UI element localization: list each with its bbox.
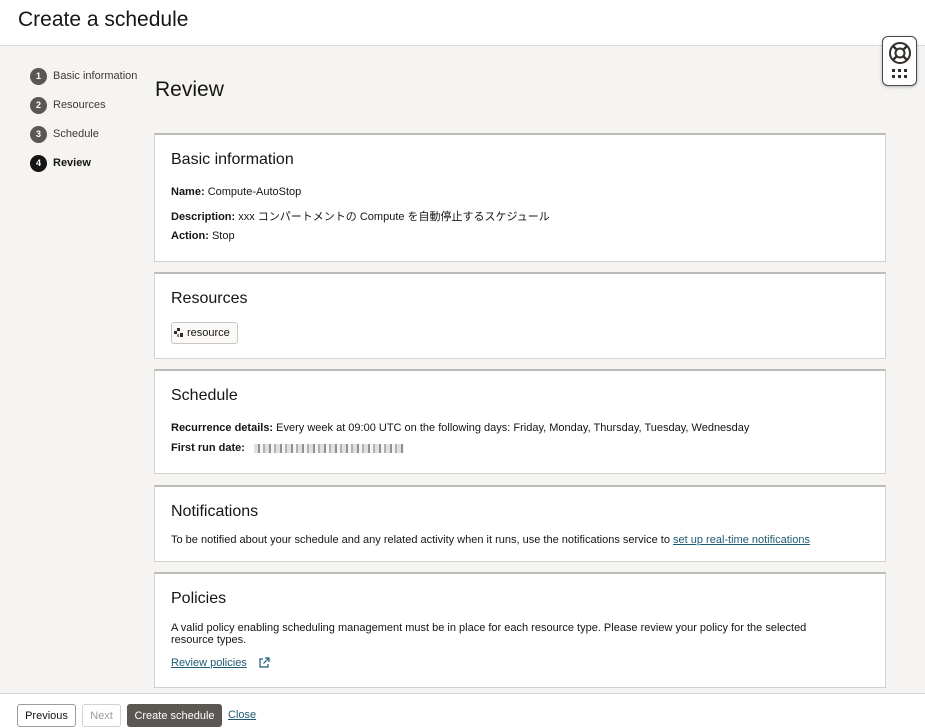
card-title: Resources [171,290,248,307]
card-title: Schedule [171,387,238,404]
page-header-title: Create a schedule [18,8,189,31]
first-run-label: First run date: [171,442,245,454]
action-field: Action: Stop [171,230,235,242]
step-schedule[interactable]: 3 Schedule [30,124,150,144]
resource-chip-label: resource [187,327,230,339]
step-label: Resources [53,99,106,111]
external-link-icon[interactable] [258,657,270,669]
description-field: Description: xxx コンパートメントの Compute を自動停止… [171,208,550,224]
resources-card: Resources resource [154,272,886,359]
recurrence-value: Every week at 09:00 UTC on the following… [276,422,750,434]
card-title: Notifications [171,503,259,520]
review-policies-link[interactable]: Review policies [171,657,247,669]
policies-text: A valid policy enabling scheduling manag… [171,622,807,646]
basic-information-card: Basic information Name: Compute-AutoStop… [154,133,886,262]
apps-grid-icon [892,69,907,78]
description-value: xxx コンパートメントの Compute を自動停止するスケジュール [238,211,550,223]
resource-icon [174,328,183,337]
schedule-card: Schedule Recurrence details: Every week … [154,369,886,474]
step-label: Basic information [53,70,138,82]
step-number: 3 [30,125,47,143]
name-field: Name: Compute-AutoStop [171,186,301,198]
step-number: 1 [30,67,47,85]
close-link[interactable]: Close [228,709,256,721]
name-label: Name: [171,186,205,198]
step-basic-information[interactable]: 1 Basic information [30,66,150,86]
notifications-card: Notifications To be notified about your … [154,485,886,562]
policies-card: Policies A valid policy enabling schedul… [154,572,886,688]
step-label: Schedule [53,128,99,140]
review-policies-row: Review policies [171,657,270,669]
page-title: Review [155,78,224,101]
recurrence-label: Recurrence details: [171,422,274,434]
notifications-link[interactable]: set up real-time notifications [673,534,810,546]
card-title: Policies [171,590,227,607]
step-label: Review [53,157,91,169]
resource-chip[interactable]: resource [171,322,238,344]
notifications-text: To be notified about your schedule and a… [171,534,670,546]
page-header: Create a schedule [0,0,925,46]
previous-button[interactable]: Previous [17,704,76,727]
recurrence-field: Recurrence details: Every week at 09:00 … [171,422,749,434]
wizard-footer: Previous Next Create schedule Close [0,693,925,728]
name-value: Compute-AutoStop [207,186,302,198]
step-review[interactable]: 4 Review [30,153,150,173]
step-number: 2 [30,96,47,114]
action-value: Stop [211,230,235,242]
first-run-field: First run date: [171,442,405,454]
first-run-value-redacted [254,443,405,453]
step-number: 4 [30,154,47,172]
lifebuoy-icon [889,42,911,64]
step-resources[interactable]: 2 Resources [30,95,150,115]
next-button[interactable]: Next [82,704,121,727]
notifications-text-row: To be notified about your schedule and a… [171,534,810,546]
card-title: Basic information [171,151,294,168]
help-widget[interactable] [882,36,917,86]
create-schedule-button[interactable]: Create schedule [127,704,222,727]
description-label: Description: [171,211,236,223]
action-label: Action: [171,230,209,242]
